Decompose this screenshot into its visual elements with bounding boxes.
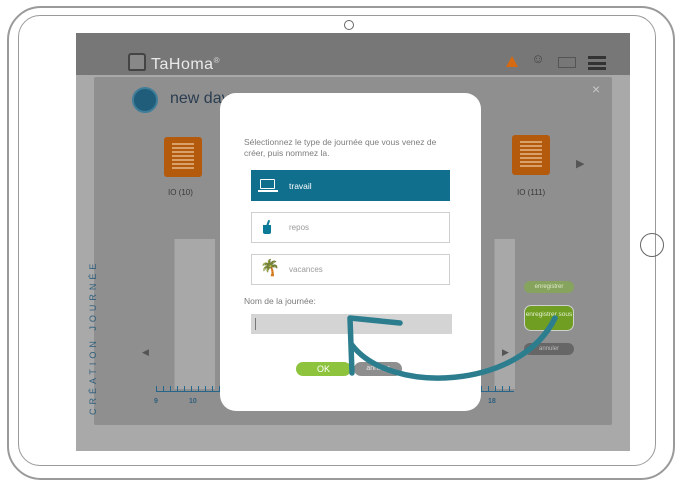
palm-tree-icon: 🌴	[260, 260, 280, 277]
axis-tick-label: 10	[189, 398, 197, 405]
sun-icon	[132, 87, 158, 113]
save-as-button[interactable]: enregistrer sous	[524, 305, 574, 331]
day-type-dialog: Sélectionnez le type de journée que vous…	[220, 93, 481, 411]
app-header: TaHoma® ☺	[76, 33, 630, 75]
io-label: IO (111)	[517, 188, 546, 197]
menu-icon[interactable]	[588, 56, 606, 70]
option-repos[interactable]: repos	[251, 212, 450, 243]
timeline-area[interactable]	[494, 239, 515, 389]
logo-text: TaHoma	[151, 56, 214, 73]
axis-tick-label: 18	[488, 398, 496, 405]
name-field-label: Nom de la journée:	[244, 296, 316, 306]
previous-arrow-icon[interactable]: ◀	[142, 347, 149, 358]
day-name-input[interactable]	[251, 314, 452, 334]
next-arrow-icon[interactable]: ▶	[576, 157, 584, 170]
option-label: repos	[289, 223, 310, 232]
io-tile-10[interactable]	[164, 137, 202, 177]
laptop-icon	[258, 179, 278, 193]
axis-line	[156, 391, 226, 392]
camera-icon	[344, 20, 354, 30]
drink-icon	[263, 219, 271, 234]
io-tile-111[interactable]	[512, 135, 550, 175]
logo: TaHoma®	[128, 53, 220, 74]
user-icon[interactable]: ☺	[531, 52, 545, 66]
option-travail[interactable]: travail	[251, 170, 450, 201]
logo-registered: ®	[213, 56, 220, 65]
house-icon	[128, 53, 146, 71]
axis-tick-label: 9	[154, 398, 158, 405]
io-label: IO (10)	[168, 188, 193, 197]
option-vacances[interactable]: 🌴 vacances	[251, 254, 450, 285]
option-label: travail	[289, 181, 312, 191]
option-label: vacances	[289, 265, 323, 274]
cancel-button[interactable]: annuler	[354, 362, 402, 376]
vertical-title: CRÉATION JOURNÉE	[88, 259, 98, 415]
save-button[interactable]: enregistrer	[524, 281, 574, 293]
text-caret	[255, 318, 256, 330]
timeline-area[interactable]	[174, 239, 215, 389]
alert-icon[interactable]	[506, 56, 518, 67]
ok-button[interactable]: OK	[296, 362, 351, 376]
mail-icon[interactable]	[558, 57, 576, 68]
dialog-instruction: Sélectionnez le type de journée que vous…	[244, 137, 437, 158]
cancel-button[interactable]: annuler	[524, 343, 574, 355]
home-button[interactable]	[640, 233, 664, 257]
close-icon[interactable]: ×	[592, 81, 600, 97]
next-arrow-icon[interactable]: ▶	[502, 347, 509, 358]
